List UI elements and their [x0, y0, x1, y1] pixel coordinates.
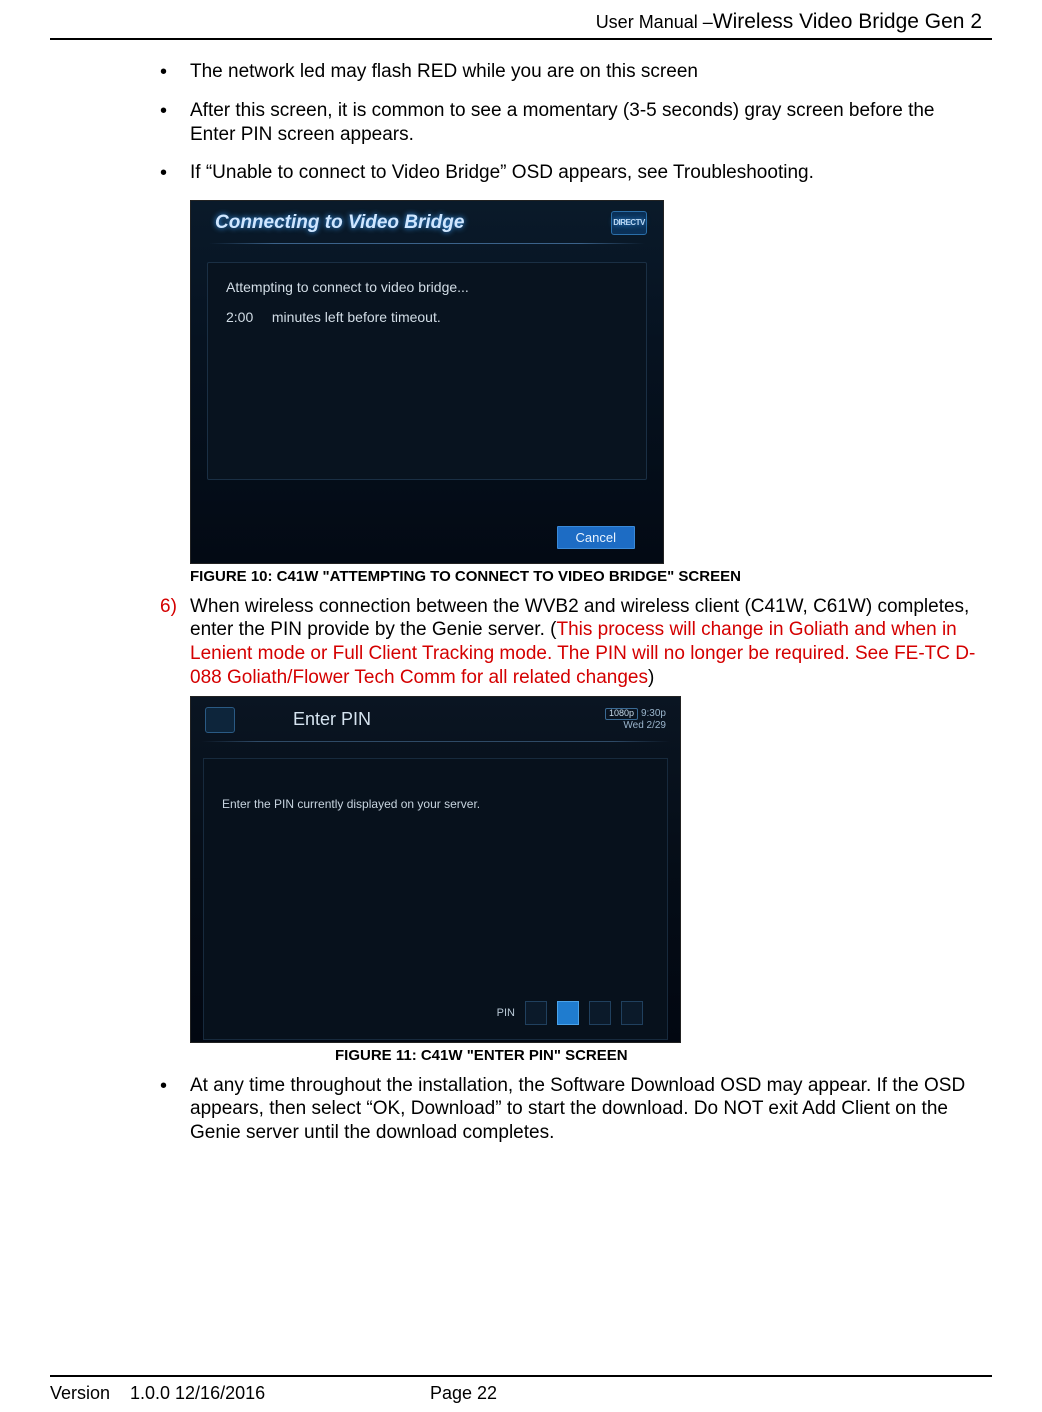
cancel-button[interactable]: Cancel [557, 526, 635, 549]
version-value: 1.0.0 12/16/2016 [130, 1383, 430, 1404]
bullet-icon: • [160, 161, 190, 186]
pin-digit-box[interactable] [525, 1001, 547, 1025]
header-prefix: User Manual – [596, 12, 713, 32]
version-label: Version [50, 1383, 130, 1404]
pin-label: PIN [497, 1007, 515, 1019]
list-item: •After this screen, it is common to see … [160, 99, 982, 147]
osd-status-line: Attempting to connect to video bridge... [226, 279, 628, 295]
resolution-badge: 1080p [605, 708, 638, 720]
bullet-icon: • [160, 60, 190, 85]
top-bullet-list: •The network led may flash RED while you… [160, 60, 982, 186]
directv-logo-icon: DIRECTV [611, 211, 647, 235]
pin-entry-row: PIN [497, 1001, 643, 1025]
osd-panel: Attempting to connect to video bridge...… [207, 262, 647, 480]
step-text: When wireless connection between the WVB… [190, 595, 982, 690]
page-number: Page 22 [430, 1383, 497, 1404]
bullet-text: After this screen, it is common to see a… [190, 99, 982, 147]
figure-10-caption: FIGURE 10: C41W "ATTEMPTING TO CONNECT T… [160, 568, 982, 585]
pin-digit-box[interactable] [621, 1001, 643, 1025]
bullet-text: The network led may flash RED while you … [190, 60, 698, 85]
figure-10-screenshot: Connecting to Video Bridge DIRECTV Attem… [190, 200, 664, 564]
pin-prompt: Enter the PIN currently displayed on you… [222, 797, 649, 811]
header-rule [50, 38, 992, 40]
divider [201, 741, 670, 742]
figure-11-screenshot: Enter PIN 1080p9:30p Wed 2/29 Enter the … [190, 696, 681, 1043]
step-6: 6) When wireless connection between the … [160, 595, 982, 690]
osd-titlebar: Connecting to Video Bridge DIRECTV [191, 201, 663, 243]
divider [209, 243, 645, 244]
clock-date: Wed 2/29 [605, 720, 666, 731]
list-item: •If “Unable to connect to Video Bridge” … [160, 161, 982, 186]
bottom-bullet-list: •At any time throughout the installation… [160, 1074, 982, 1145]
footer-rule [50, 1375, 992, 1377]
clock-time: 9:30p [641, 708, 666, 719]
bullet-text: If “Unable to connect to Video Bridge” O… [190, 161, 814, 186]
list-item: •At any time throughout the installation… [160, 1074, 982, 1145]
list-item: •The network led may flash RED while you… [160, 60, 982, 85]
step-number: 6) [160, 595, 190, 690]
directv-logo-icon [205, 707, 235, 733]
header-suffix: Wireless Video Bridge Gen 2 [713, 10, 982, 33]
timeout-label: minutes left before timeout. [272, 309, 441, 325]
clock-widget: 1080p9:30p Wed 2/29 [605, 708, 666, 731]
osd-title: Enter PIN [293, 709, 371, 730]
bullet-icon: • [160, 99, 190, 147]
osd-timeout-line: 2:00 minutes left before timeout. [226, 309, 628, 325]
pin-digit-box[interactable] [589, 1001, 611, 1025]
osd-topbar: Enter PIN 1080p9:30p Wed 2/29 [191, 697, 680, 737]
bullet-text: At any time throughout the installation,… [190, 1074, 982, 1145]
bullet-icon: • [160, 1074, 190, 1145]
page-header: User Manual –Wireless Video Bridge Gen 2 [50, 10, 992, 34]
page-footer: Version 1.0.0 12/16/2016 Page 22 [50, 1375, 992, 1404]
pin-digit-box[interactable] [557, 1001, 579, 1025]
osd-panel: Enter the PIN currently displayed on you… [203, 758, 668, 1040]
figure-11-caption: FIGURE 11: C41W "ENTER PIN" SCREEN [160, 1047, 982, 1064]
osd-title: Connecting to Video Bridge [215, 212, 464, 234]
timeout-value: 2:00 [226, 309, 268, 325]
